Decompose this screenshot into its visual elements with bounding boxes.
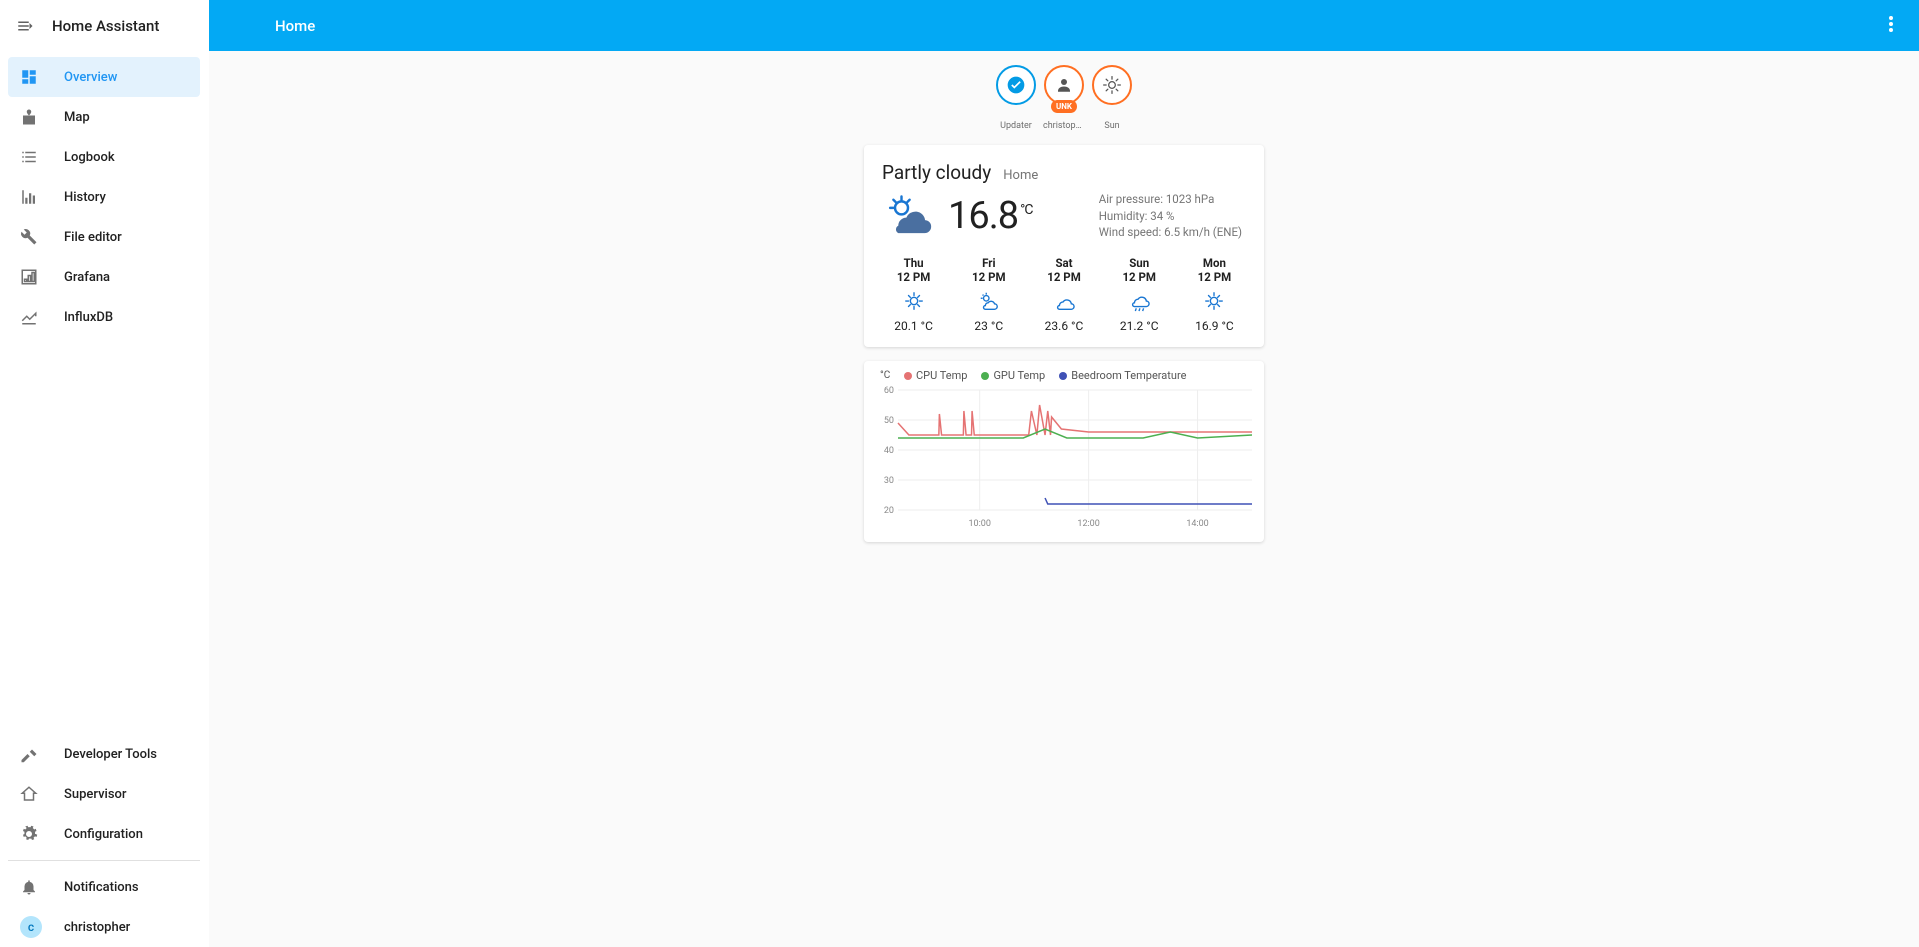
weather-temperature: 16.8°C [948, 194, 1032, 238]
dashboard-icon [20, 68, 38, 86]
nav-configuration[interactable]: Configuration [8, 814, 200, 854]
svg-text:12:00: 12:00 [1077, 519, 1099, 529]
weather-forecast: Thu12 PM20.1 °CFri12 PM23 °CSat12 PM23.6… [864, 252, 1264, 347]
check-circle-icon [996, 65, 1036, 105]
svg-text:50: 50 [884, 416, 894, 426]
content: Updater UNK christoph... Sun Partly clou… [209, 51, 1919, 947]
nav-grafana[interactable]: Grafana [8, 257, 200, 297]
badge-label: Updater [1000, 121, 1032, 131]
nav-label: christopher [64, 920, 130, 935]
home-assistant-icon [20, 785, 38, 803]
map-icon [20, 108, 38, 126]
hammer-icon [20, 745, 38, 763]
chart-line-icon [20, 308, 38, 326]
nav-label: Supervisor [64, 787, 127, 802]
nav-label: Overview [64, 70, 117, 85]
svg-text:30: 30 [884, 476, 894, 486]
list-icon [20, 148, 38, 166]
nav-label: Logbook [64, 150, 115, 165]
person-icon: UNK [1044, 65, 1084, 105]
weather-location: Home [1003, 168, 1038, 183]
svg-text:20: 20 [884, 506, 894, 516]
forecast-day: Sun12 PM21.2 °C [1102, 256, 1177, 333]
badge-sun[interactable]: Sun [1091, 65, 1133, 131]
chart-legend: °C CPU Temp GPU Temp Beedroom Temperatur… [868, 369, 1260, 382]
badge-updater[interactable]: Updater [995, 65, 1037, 131]
svg-text:14:00: 14:00 [1186, 519, 1208, 529]
nav-overview[interactable]: Overview [8, 57, 200, 97]
overflow-menu-icon[interactable] [1883, 10, 1899, 42]
nav-label: Configuration [64, 827, 143, 842]
nav-label: Map [64, 110, 90, 125]
chart-bar-icon [20, 188, 38, 206]
weather-humidity: Humidity: 34 % [1099, 208, 1242, 225]
weather-condition: Partly cloudy [882, 161, 991, 184]
sidebar: Home Assistant Overview Map Logbook Hist… [0, 0, 209, 947]
topbar: Home [209, 0, 1919, 51]
grafana-icon [20, 268, 38, 286]
weather-pressure: Air pressure: 1023 hPa [1099, 191, 1242, 208]
nav-history[interactable]: History [8, 177, 200, 217]
badge-label: christoph... [1043, 121, 1085, 131]
badge-label: Sun [1104, 121, 1119, 131]
avatar: c [20, 916, 42, 938]
nav-notifications[interactable]: Notifications [8, 867, 200, 907]
nav-developer-tools[interactable]: Developer Tools [8, 734, 200, 774]
nav-supervisor[interactable]: Supervisor [8, 774, 200, 814]
temperature-chart-card[interactable]: °C CPU Temp GPU Temp Beedroom Temperatur… [864, 361, 1264, 542]
nav-label: Notifications [64, 880, 139, 895]
svg-text:40: 40 [884, 446, 894, 456]
legend-item[interactable]: Beedroom Temperature [1059, 369, 1186, 382]
page-title: Home [229, 17, 315, 35]
wrench-icon [20, 228, 38, 246]
nav-logbook[interactable]: Logbook [8, 137, 200, 177]
nav-influxdb[interactable]: InfluxDB [8, 297, 200, 337]
nav-map[interactable]: Map [8, 97, 200, 137]
main: Home Updater UNK christoph... [209, 0, 1919, 947]
nav-label: Grafana [64, 270, 110, 285]
entity-badges: Updater UNK christoph... Sun [995, 65, 1133, 131]
weather-wind: Wind speed: 6.5 km/h (ENE) [1099, 224, 1242, 241]
nav-label: History [64, 190, 106, 205]
gear-icon [20, 825, 38, 843]
forecast-day: Sat12 PM23.6 °C [1026, 256, 1101, 333]
weather-partly-cloudy-icon [882, 190, 934, 242]
svg-text:60: 60 [884, 386, 894, 396]
nav-user[interactable]: c christopher [8, 907, 200, 947]
bell-icon [20, 878, 38, 896]
weather-card[interactable]: Partly cloudy Home 16.8°C Air pressure: … [864, 145, 1264, 347]
sidebar-header: Home Assistant [0, 0, 208, 51]
forecast-day: Fri12 PM23 °C [951, 256, 1026, 333]
temperature-chart: 20 30 40 50 60 10:00 12:00 14:00 [868, 382, 1260, 532]
app-title: Home Assistant [52, 17, 159, 35]
forecast-day: Mon12 PM16.9 °C [1177, 256, 1252, 333]
legend-item[interactable]: GPU Temp [981, 369, 1045, 382]
weather-extra: Air pressure: 1023 hPa Humidity: 34 % Wi… [1099, 191, 1246, 241]
nav-label: File editor [64, 230, 122, 245]
divider [8, 860, 200, 861]
menu-collapse-icon[interactable] [16, 17, 34, 35]
nav-file-editor[interactable]: File editor [8, 217, 200, 257]
nav-label: InfluxDB [64, 310, 113, 325]
badge-person[interactable]: UNK christoph... [1043, 65, 1085, 131]
legend-item[interactable]: CPU Temp [904, 369, 967, 382]
svg-text:10:00: 10:00 [968, 519, 990, 529]
sun-icon [1092, 65, 1132, 105]
nav-label: Developer Tools [64, 747, 157, 762]
badge-tag: UNK [1051, 100, 1077, 113]
forecast-day: Thu12 PM20.1 °C [876, 256, 951, 333]
nav: Overview Map Logbook History File editor… [0, 51, 208, 947]
chart-y-unit: °C [880, 370, 890, 381]
